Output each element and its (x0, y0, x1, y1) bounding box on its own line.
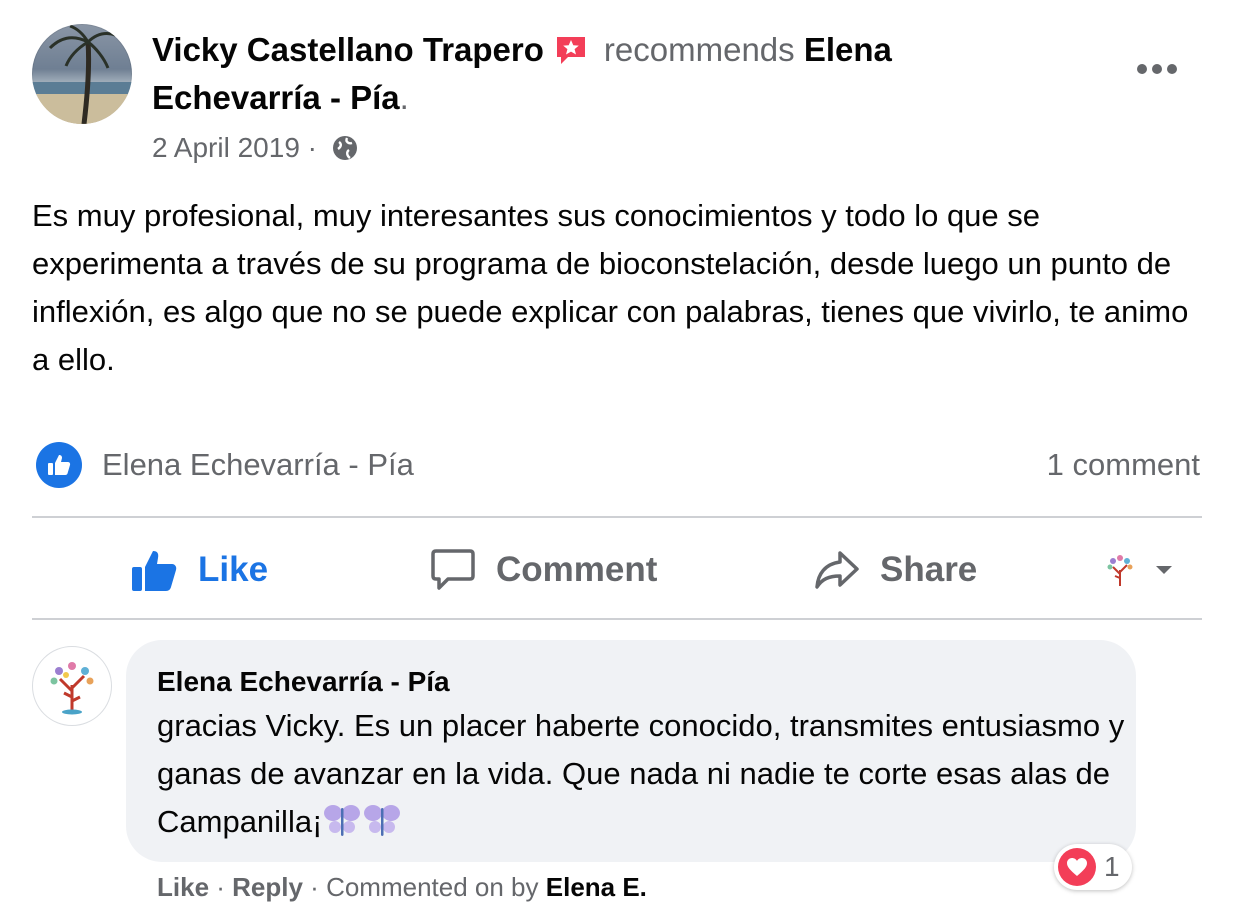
comment-reactions[interactable]: 1 (1054, 844, 1132, 890)
share-arrow-icon (815, 551, 859, 589)
page-name-line2[interactable]: Echevarría - Pía (152, 79, 400, 116)
thumbs-up-icon (132, 551, 177, 591)
comment-label: Comment (496, 550, 658, 589)
comment-reply-link[interactable]: Reply (232, 872, 303, 902)
palm-tree-photo (32, 24, 132, 124)
comment-footer: Like · Reply · Commented on by Elena E. (157, 872, 647, 902)
page-name-line1[interactable]: Elena (804, 31, 892, 68)
post-text: Es muy profesional, muy interesantes sus… (32, 198, 1189, 377)
divider-bottom (32, 618, 1202, 620)
globe-icon (332, 136, 357, 160)
commented-by-name[interactable]: Elena E. (546, 872, 647, 902)
post-header: Vicky Castellano Trapero recommends Elen… (152, 26, 1052, 74)
recommend-badge-icon (556, 37, 585, 64)
more-dots-icon (1137, 64, 1177, 74)
tree-logo-icon (50, 662, 94, 715)
comment-bubble-icon (431, 549, 475, 590)
butterfly-emoji-icon (364, 805, 401, 836)
comment-like-link[interactable]: Like (157, 872, 209, 902)
reaction-count: 1 (1104, 851, 1120, 882)
reactor-names[interactable]: Elena Echevarría - Pía (102, 442, 414, 488)
meta-separator: · (299, 132, 325, 163)
like-label: Like (198, 550, 269, 589)
comment-text-block: gracias Vicky. Es un placer haberte cono… (157, 702, 1127, 846)
more-options-button[interactable] (1132, 52, 1182, 86)
author-name[interactable]: Vicky Castellano Trapero (152, 31, 544, 68)
share-label: Share (880, 550, 978, 589)
recommends-verb: recommends (603, 31, 795, 68)
author-avatar[interactable] (32, 24, 132, 124)
like-button[interactable]: Like (130, 540, 268, 600)
header-period: . (399, 79, 409, 116)
commenter-name[interactable]: Elena Echevarría - Pía (157, 662, 450, 702)
comment-text: gracias Vicky. Es un placer haberte cono… (157, 708, 1125, 839)
post-meta: 2 April 2019 · (152, 128, 359, 168)
chevron-down-icon (1156, 566, 1172, 574)
comment-button[interactable]: Comment (430, 540, 657, 600)
like-icon (48, 455, 71, 475)
commenter-avatar[interactable] (32, 646, 112, 726)
post-header-line2: Echevarría - Pía. (152, 74, 1052, 122)
divider-top (32, 516, 1202, 518)
heart-icon (1058, 848, 1096, 886)
commented-on-by: Commented on by (326, 872, 539, 902)
page-selector[interactable] (1104, 550, 1174, 590)
comment-count[interactable]: 1 comment (1047, 442, 1200, 488)
like-reaction-icon[interactable] (36, 442, 82, 488)
share-button[interactable]: Share (814, 540, 977, 600)
butterfly-emoji-icon (324, 805, 361, 836)
post-date[interactable]: 2 April 2019 (152, 132, 300, 163)
page-tree-logo-icon (1107, 555, 1133, 586)
